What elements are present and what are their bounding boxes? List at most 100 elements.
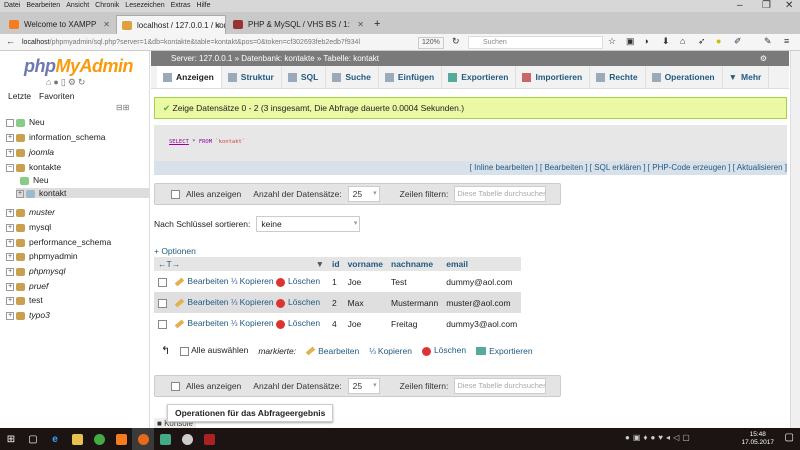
- browser-tab-vhs[interactable]: PHP & MySQL / VHS BS / 1: ✕: [228, 15, 368, 34]
- eyedropper-icon[interactable]: ✎: [764, 36, 772, 47]
- tree-db-muster[interactable]: + muster: [6, 207, 55, 217]
- column-arrows[interactable]: ←T→: [158, 259, 180, 269]
- tab-importieren[interactable]: Importieren: [516, 66, 591, 88]
- tree-db-test[interactable]: + test: [6, 295, 43, 305]
- send-icon[interactable]: ➶: [698, 36, 706, 47]
- filter-rows-input[interactable]: Diese Tabelle durchsuchen: [454, 186, 547, 202]
- show-all-checkbox[interactable]: [171, 189, 180, 199]
- bulk-delete-button[interactable]: Löschen: [421, 345, 466, 356]
- search-input[interactable]: Suchen: [468, 36, 603, 49]
- copy-button[interactable]: ⅓ Kopieren: [231, 297, 274, 307]
- copy-button[interactable]: ⅓ Kopieren: [231, 318, 274, 328]
- tab-struktur[interactable]: Struktur: [222, 66, 282, 88]
- row-checkbox[interactable]: [158, 298, 167, 308]
- tree-db-typo3[interactable]: + typo3: [6, 310, 50, 320]
- xampp-icon[interactable]: [110, 428, 132, 450]
- tree-new[interactable]: Neu: [6, 117, 45, 127]
- column-id[interactable]: id: [328, 257, 344, 271]
- explain-sql-link[interactable]: SQL erklären: [594, 163, 641, 172]
- menu-chronik[interactable]: Chronik: [95, 0, 119, 12]
- refresh-link[interactable]: Aktualisieren: [737, 163, 783, 172]
- clipboard-icon[interactable]: ▣: [626, 36, 635, 47]
- tree-db-mysql[interactable]: + mysql: [6, 222, 51, 232]
- select-all[interactable]: Alle auswählen: [180, 345, 248, 356]
- tree-db-information_schema[interactable]: + information_schema: [6, 132, 106, 142]
- tab-mehr[interactable]: ▼ Mehr: [723, 66, 770, 88]
- tab-exportieren[interactable]: Exportieren: [442, 66, 517, 88]
- system-tray-icons[interactable]: ●▣♦●♥◂◁▢: [625, 433, 693, 442]
- scrollbar[interactable]: [790, 51, 800, 428]
- tree-db-joomla[interactable]: + joomla: [6, 147, 54, 157]
- close-window-button[interactable]: ✕: [785, 0, 793, 11]
- tree-db-kontakte[interactable]: − kontakte: [6, 162, 61, 172]
- query-results-operations[interactable]: Operationen für das Abfrageergebnis: [167, 404, 334, 422]
- edit-button[interactable]: Bearbeiten: [175, 297, 229, 308]
- tab-sql[interactable]: SQL: [282, 66, 327, 88]
- breadcrumb-server[interactable]: Server: 127.0.0.1: [171, 54, 232, 63]
- browser-tab-phpmyadmin[interactable]: localhost / 127.0.0.1 / konta ✕: [116, 15, 226, 34]
- tree-table-kontakt[interactable]: + kontakt: [16, 188, 149, 198]
- sort-key-select[interactable]: keine: [256, 216, 361, 232]
- tree-table-new[interactable]: Neu: [20, 175, 49, 185]
- tree-db-phpmyadmin[interactable]: + phpmyadmin: [6, 251, 78, 261]
- tab-suche[interactable]: Suche: [326, 66, 379, 88]
- tab-anzeigen[interactable]: Anzeigen: [157, 66, 222, 88]
- tab-operationen[interactable]: Operationen: [646, 66, 723, 88]
- pocket-icon[interactable]: ◗: [644, 36, 649, 46]
- download-icon[interactable]: ⬇: [662, 36, 670, 47]
- rows-per-page-select[interactable]: 25: [347, 186, 380, 202]
- tree-db-phpmysql[interactable]: + phpmysql: [6, 266, 65, 276]
- show-all-checkbox[interactable]: [171, 381, 180, 391]
- settings-gear-icon[interactable]: ⚙: [760, 51, 767, 66]
- menu-bearbeiten[interactable]: Bearbeiten: [26, 0, 60, 12]
- bulk-edit-button[interactable]: Bearbeiten: [305, 346, 359, 356]
- menu-hilfe[interactable]: Hilfe: [196, 0, 210, 12]
- home-icon[interactable]: ⌂: [680, 36, 685, 46]
- clock[interactable]: 15:48 17.05.2017: [741, 431, 774, 447]
- phpmyadmin-logo[interactable]: phpMyAdmin: [24, 56, 133, 77]
- tree-db-performance_schema[interactable]: + performance_schema: [6, 237, 111, 247]
- column-vorname[interactable]: vorname: [343, 257, 387, 271]
- new-tab-button[interactable]: +: [372, 15, 380, 34]
- extension-icon[interactable]: ●: [716, 36, 721, 46]
- rows-per-page-select[interactable]: 25: [347, 378, 380, 394]
- favorites-tab[interactable]: Favoriten: [39, 91, 74, 101]
- inline-edit-link[interactable]: Inline bearbeiten: [474, 163, 533, 172]
- menu-lesezeichen[interactable]: Lesezeichen: [125, 0, 164, 12]
- row-checkbox[interactable]: [158, 319, 167, 329]
- zoom-level[interactable]: 120%: [418, 37, 444, 49]
- url-bar[interactable]: localhost/phpmyadmin/sql.php?server=1&db…: [22, 36, 417, 49]
- notepad-icon[interactable]: [154, 428, 176, 450]
- menu-extras[interactable]: Extras: [171, 0, 191, 12]
- recent-tab[interactable]: Letzte: [8, 91, 31, 101]
- sql-select-keyword[interactable]: SELECT: [169, 139, 189, 145]
- menu-ansicht[interactable]: Ansicht: [66, 0, 89, 12]
- back-icon[interactable]: ←: [6, 36, 15, 46]
- bulk-export-button[interactable]: Exportieren: [476, 346, 533, 356]
- menu-datei[interactable]: Datei: [4, 0, 20, 12]
- minimize-button[interactable]: –: [737, 0, 743, 11]
- sort-dropdown-icon[interactable]: ▼: [316, 259, 324, 269]
- edit-button[interactable]: Bearbeiten: [175, 276, 229, 287]
- column-nachname[interactable]: nachname: [387, 257, 443, 271]
- bulk-copy-button[interactable]: ⅓ Kopieren: [369, 346, 412, 356]
- acrobat-icon[interactable]: [198, 428, 220, 450]
- close-tab-icon[interactable]: ✕: [357, 15, 364, 34]
- column-email[interactable]: email: [442, 257, 522, 271]
- collapse-link-icon[interactable]: ⊟⊞: [116, 103, 129, 112]
- tab-einfuegen[interactable]: Einfügen: [379, 66, 443, 88]
- notifications-icon[interactable]: ▢: [785, 432, 794, 443]
- close-tab-icon[interactable]: ✕: [103, 15, 110, 34]
- delete-button[interactable]: Löschen: [276, 318, 320, 329]
- close-tab-icon[interactable]: ✕: [214, 16, 221, 34]
- hamburger-menu-icon[interactable]: ≡: [784, 36, 789, 46]
- breadcrumb-database[interactable]: Datenbank: kontakte: [241, 54, 314, 63]
- delete-button[interactable]: Löschen: [276, 276, 320, 287]
- chrome-icon[interactable]: [88, 428, 110, 450]
- breadcrumb-table[interactable]: Tabelle: kontakt: [323, 54, 379, 63]
- create-php-code-link[interactable]: PHP-Code erzeugen: [652, 163, 726, 172]
- steam-icon[interactable]: [176, 428, 198, 450]
- filter-rows-input[interactable]: Diese Tabelle durchsuchen: [454, 378, 547, 394]
- edit-button[interactable]: Bearbeiten: [175, 318, 229, 329]
- bookmark-star-icon[interactable]: ☆: [608, 36, 616, 47]
